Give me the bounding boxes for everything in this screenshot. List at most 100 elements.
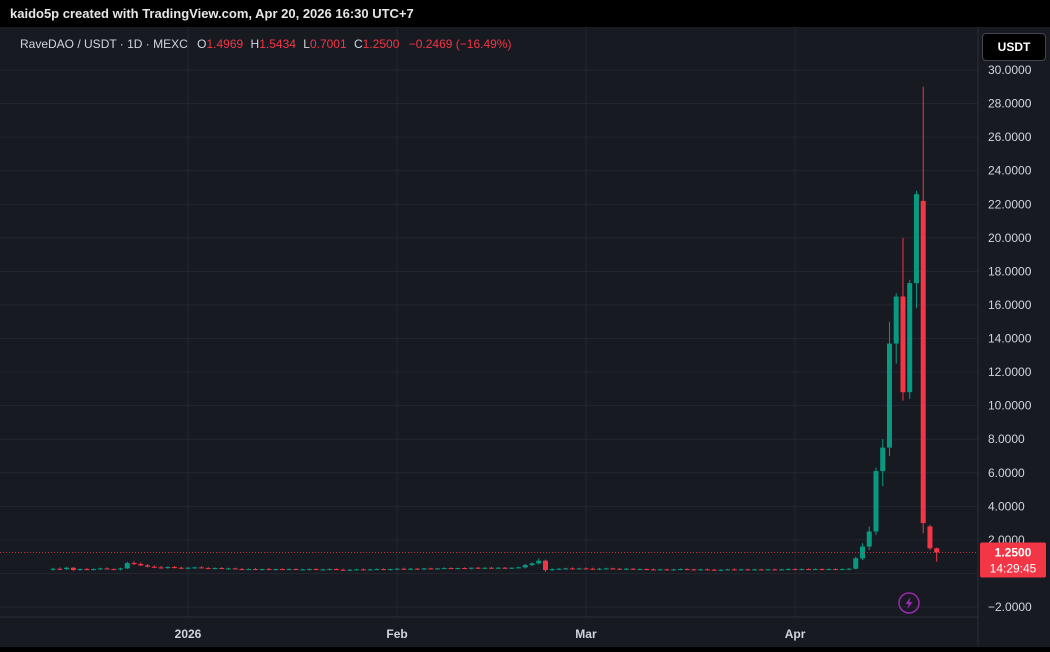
candle-body: [886, 343, 892, 448]
candle-body: [225, 568, 231, 570]
candle-body: [833, 569, 839, 571]
candle-body: [246, 569, 252, 571]
candle-body: [462, 568, 468, 570]
candle-body: [637, 569, 643, 571]
candle-body: [327, 569, 333, 571]
candle-body: [866, 531, 872, 547]
candle-body: [394, 568, 400, 570]
candle-body: [569, 568, 575, 570]
candle-body: [50, 568, 56, 570]
y-tick-label: 28.0000: [988, 97, 1032, 111]
y-tick-label: 8.0000: [988, 432, 1025, 446]
candle-body: [509, 567, 515, 569]
candle: [873, 467, 879, 535]
legend-open-label: O: [197, 37, 207, 51]
candle-body: [752, 569, 758, 571]
candle-body: [455, 568, 461, 570]
y-tick-label: 12.0000: [988, 365, 1032, 379]
candle-body: [279, 569, 285, 571]
candle-body: [644, 569, 650, 571]
candle-body: [185, 567, 191, 569]
candle-body: [97, 568, 103, 570]
candle-body: [428, 568, 434, 570]
candle-body: [792, 569, 798, 571]
candle-body: [293, 569, 299, 571]
candle-body: [172, 567, 178, 569]
candlestick-chart[interactable]: 30.0000 28.0000 26.0000 24.0000 22.0000 20.00…: [0, 27, 1050, 647]
candle-body: [64, 567, 70, 570]
price-tag-value: 1.2500: [995, 545, 1032, 559]
candle-body: [684, 569, 690, 571]
candle-body: [475, 567, 481, 569]
candle-body: [913, 194, 919, 284]
candle-body: [650, 569, 656, 571]
candle-body: [495, 567, 501, 569]
candle-body: [779, 569, 785, 571]
candle-body: [360, 569, 366, 571]
candle-body: [158, 567, 164, 569]
candle-body: [91, 569, 97, 571]
candle-body: [927, 526, 933, 549]
x-tick-label: Feb: [386, 627, 407, 641]
candle-body: [900, 296, 906, 393]
candle-body: [873, 471, 879, 532]
attribution-text: kaido5p created with TradingView.com, Ap…: [10, 6, 414, 21]
price-tag-countdown: 14:29:45: [990, 561, 1037, 575]
candle-body: [502, 567, 508, 569]
candle-body: [205, 568, 211, 570]
candle-body: [677, 569, 683, 571]
candle-body: [239, 569, 245, 571]
candle-body: [799, 569, 805, 571]
candle-body: [192, 567, 198, 569]
x-tick-label: 2026: [175, 627, 202, 641]
candle-body: [698, 569, 704, 571]
candle: [907, 279, 913, 399]
candle-body: [414, 568, 420, 570]
candle-body: [300, 569, 306, 571]
legend-high-label: H: [250, 37, 260, 51]
candle-body: [819, 569, 825, 571]
y-tick-label: 30.0000: [988, 63, 1032, 77]
y-tick-label: 24.0000: [988, 164, 1032, 178]
candle-body: [664, 569, 670, 571]
candle-body: [583, 568, 589, 570]
candle-body: [725, 569, 731, 571]
candle-body: [448, 568, 454, 570]
candle-body: [333, 569, 339, 571]
candle-body: [549, 569, 555, 571]
candle: [853, 556, 859, 570]
candle-body: [718, 569, 724, 571]
candle-body: [516, 567, 522, 569]
legend-open: 1.4969: [206, 37, 244, 51]
candle-body: [610, 568, 616, 570]
candle-body: [542, 560, 548, 571]
candle-body: [812, 569, 818, 571]
x-tick-label: Mar: [575, 627, 597, 641]
attribution-bar: kaido5p created with TradingView.com, Ap…: [0, 0, 1050, 27]
candle-body: [745, 569, 751, 571]
candle-body: [907, 283, 913, 393]
candle-body: [691, 569, 697, 571]
candle-body: [630, 568, 636, 570]
candle-body: [118, 568, 124, 570]
chart-panel[interactable]: RaveDAO / USDT · 1D · MEXC O1.4969 H1.54…: [0, 27, 1050, 647]
candle-body: [259, 569, 265, 571]
candle-body: [671, 569, 677, 571]
y-tick-label: 26.0000: [988, 130, 1032, 144]
candle-body: [347, 569, 353, 571]
x-tick-label: Apr: [785, 627, 806, 641]
candle-body: [522, 565, 528, 568]
candle-body: [111, 569, 117, 571]
y-tick-label: −2.0000: [988, 600, 1032, 614]
candle-body: [131, 563, 137, 565]
candle-body: [617, 568, 623, 570]
candle-body: [853, 558, 859, 569]
currency-button[interactable]: USDT: [982, 33, 1046, 61]
chart-legend: RaveDAO / USDT · 1D · MEXC O1.4969 H1.54…: [20, 37, 511, 51]
legend-change: −0.2469 (−16.49%): [408, 37, 512, 51]
candle-body: [252, 569, 258, 571]
candle-body: [603, 568, 609, 570]
candle-body: [839, 569, 845, 571]
candle-body: [772, 569, 778, 571]
candle-body: [77, 569, 83, 571]
